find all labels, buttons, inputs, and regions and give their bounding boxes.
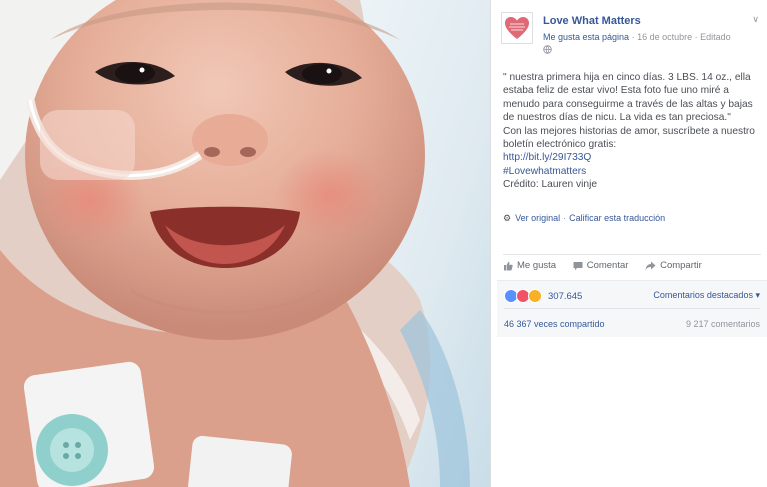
see-original-link[interactable]: Ver original [515,213,560,223]
post-link[interactable]: http://bit.ly/29I733Q [503,152,591,163]
post-quote: " nuestra primera hija en cinco días. 3 … [503,72,753,124]
post-options-chevron-icon[interactable]: ∨ [752,14,759,25]
like-label: Me gusta [517,260,557,271]
like-page-link[interactable]: Me gusta esta página [543,32,629,42]
comment-button[interactable]: Comentar [573,260,629,271]
post-subheader: Me gusta esta página · 16 de octubre · E… [543,32,731,42]
page-avatar[interactable] [501,12,533,44]
post-cta: Con las mejores historias de amor, suscr… [503,125,755,151]
post-photo[interactable] [0,0,490,487]
baby-photo-illustration [0,0,490,487]
translation-bar: ⚙ Ver original · Calificar esta traducción [503,213,666,223]
post-date[interactable]: 16 de octubre [637,32,692,42]
share-count[interactable]: 46 367 veces compartido [504,319,605,329]
featured-comments-label: Comentarios destacados [653,290,753,300]
actions-divider [503,254,761,255]
post-actions: Me gusta Comentar Compartir [503,260,716,274]
share-label: Compartir [660,260,702,271]
share-arrow-icon [645,261,656,270]
wow-reaction-icon [528,289,542,303]
social-summary: 307.645 Comentarios destacados ▾ 46 367 … [497,280,767,337]
post-panel: Love What Matters ∨ Me gusta esta página… [490,0,767,487]
post-hashtag[interactable]: #Lovewhatmatters [503,166,586,177]
reactions-summary[interactable]: 307.645 [504,289,582,303]
globe-icon [543,45,552,54]
heart-logo-icon [505,17,529,39]
page-name[interactable]: Love What Matters [543,15,641,27]
post-credit: Crédito: Lauren vinje [503,179,598,191]
comment-label: Comentar [586,260,629,271]
social-divider [504,308,760,309]
gear-icon[interactable]: ⚙ [503,213,511,223]
reaction-count[interactable]: 307.645 [548,291,582,302]
comment-count[interactable]: 9 217 comentarios [686,319,760,329]
post-header: Love What Matters ∨ Me gusta esta página… [501,12,763,56]
share-button[interactable]: Compartir [645,260,702,271]
edited-label[interactable]: Editado [700,32,731,42]
comment-icon [573,261,583,270]
thumbs-up-icon [504,261,513,270]
like-button[interactable]: Me gusta [503,260,556,271]
rate-translation-link[interactable]: Calificar esta traducción [569,213,665,223]
post-text: " nuestra primera hija en cinco días. 3 … [503,71,759,192]
featured-comments-dropdown[interactable]: Comentarios destacados ▾ [653,290,760,301]
caret-down-icon: ▾ [755,290,760,300]
